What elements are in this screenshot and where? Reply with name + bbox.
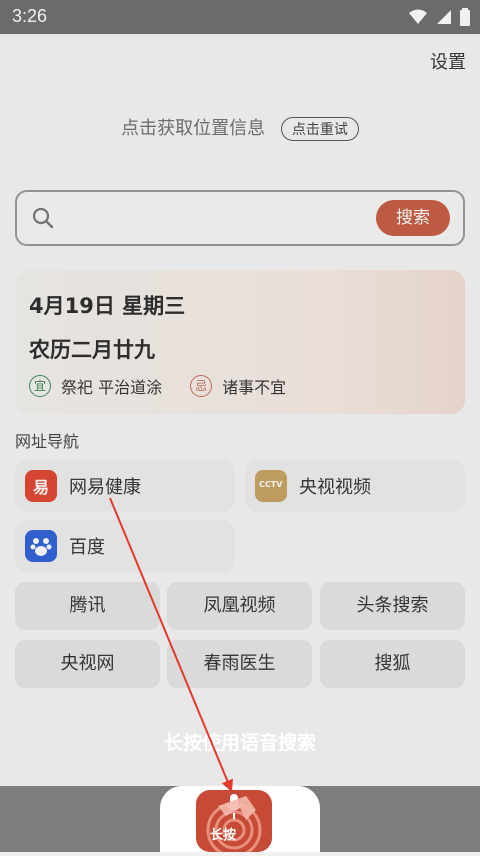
tutorial-arrow	[109, 497, 256, 820]
